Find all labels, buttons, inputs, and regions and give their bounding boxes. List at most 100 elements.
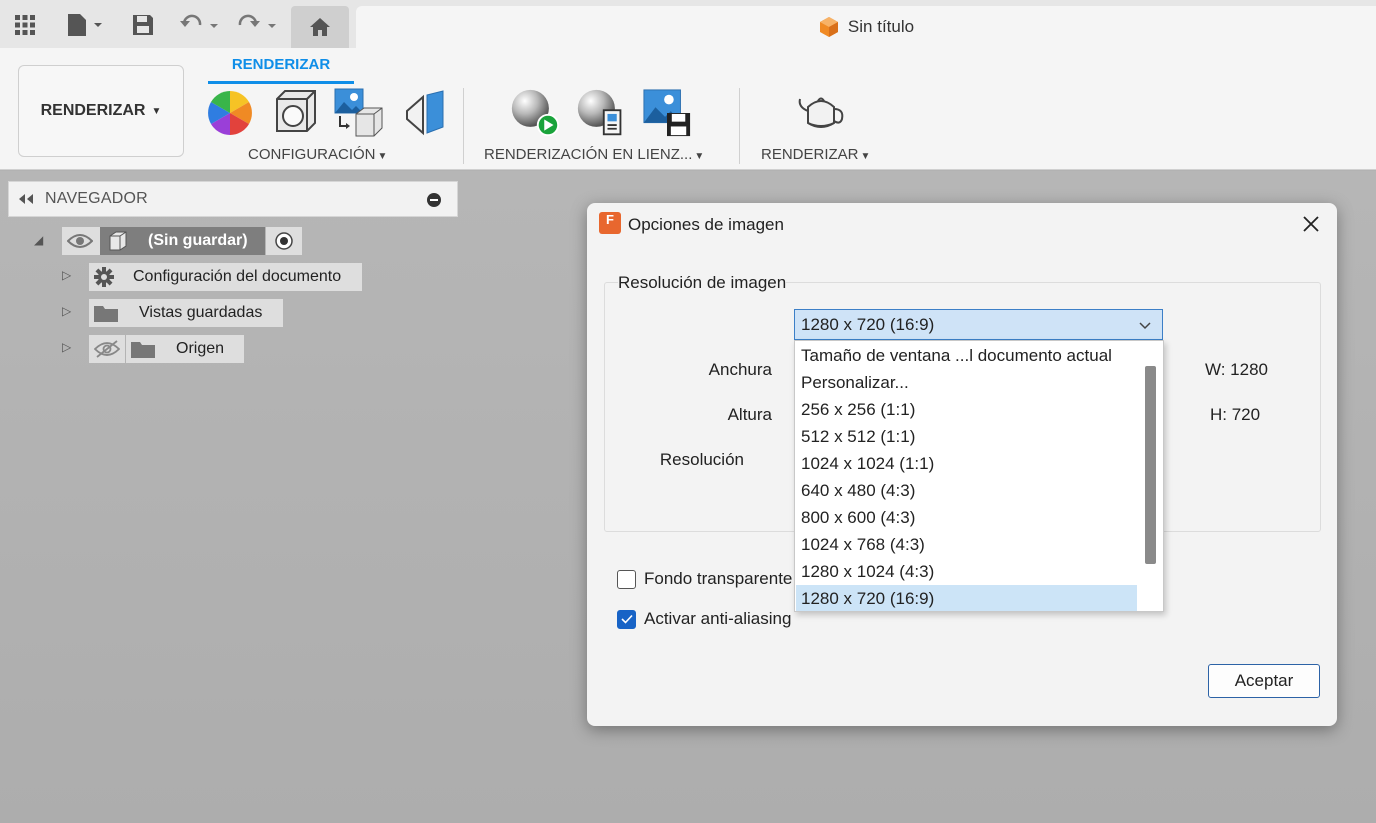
group-renderizar-dropdown[interactable]: RENDERIZAR ▼	[761, 146, 870, 163]
resolution-dropdown-list: Tamaño de ventana ...l documento actual …	[794, 340, 1164, 612]
caret-down-icon: ▼	[860, 151, 871, 162]
tree-item-label: Origen	[176, 340, 225, 357]
tree-item-label: Configuración del documento	[133, 268, 342, 285]
group-configuracion-dropdown[interactable]: CONFIGURACIÓN ▼	[248, 146, 387, 163]
undo-icon[interactable]	[178, 10, 222, 40]
appearance-tool[interactable]	[205, 88, 255, 138]
visibility-toggle[interactable]	[89, 335, 125, 363]
resolution-select[interactable]: 1280 x 720 (16:9)	[794, 309, 1163, 340]
workspace-label: RENDERIZAR	[40, 102, 146, 119]
home-icon	[310, 18, 330, 36]
width-label: Anchura	[708, 360, 772, 379]
decal-tool[interactable]	[400, 88, 450, 138]
file-menu-icon[interactable]	[62, 10, 106, 40]
gear-icon	[94, 267, 114, 287]
teapot-icon	[798, 97, 844, 128]
eye-hidden-icon	[94, 340, 120, 358]
height-value: H: 720	[1210, 405, 1261, 424]
caret-down-icon: ▼	[694, 151, 705, 162]
ribbon-separator	[739, 88, 740, 164]
dropdown-scrollbar-thumb[interactable]	[1145, 366, 1156, 564]
capture-image-icon	[643, 89, 691, 137]
render-tool[interactable]	[796, 88, 846, 138]
tree-item-origin[interactable]: Origen	[126, 335, 244, 363]
folder-icon	[94, 306, 118, 322]
transparent-background-checkbox[interactable]	[617, 569, 636, 589]
dropdown-option[interactable]: Personalizar...	[796, 369, 1137, 396]
collapsed-triangle-icon[interactable]: ▷	[62, 340, 71, 354]
dropdown-option-selected[interactable]: 1280 x 720 (16:9)	[796, 585, 1137, 611]
scene-settings-tool[interactable]	[270, 88, 320, 138]
in-canvas-render-settings-tool[interactable]	[576, 88, 626, 138]
dropdown-option[interactable]: 256 x 256 (1:1)	[796, 396, 1137, 423]
texture-map-icon	[334, 88, 383, 137]
app-icon-letter: F	[606, 212, 614, 227]
capture-image-tool[interactable]	[642, 88, 692, 138]
antialiasing-option[interactable]: Activar anti-aliasing	[617, 609, 791, 629]
redo-icon[interactable]	[236, 10, 280, 40]
dropdown-option[interactable]: Tamaño de ventana ...l documento actual	[796, 342, 1137, 369]
collapse-left-icon[interactable]	[17, 193, 37, 205]
checkmark-icon	[620, 614, 633, 624]
folder-icon	[131, 342, 155, 358]
toolbar-ribbon: RENDERIZAR ▼ RENDERIZAR CONFIGURACIÓN ▼ …	[0, 48, 1376, 170]
render-sphere-settings-icon	[577, 89, 622, 136]
resolution-label: Resolución	[659, 450, 744, 469]
render-sphere-play-icon	[511, 89, 560, 137]
tree-item-document-settings[interactable]: Configuración del documento	[89, 263, 362, 291]
eye-icon	[67, 234, 93, 248]
dropdown-option[interactable]: 512 x 512 (1:1)	[796, 423, 1137, 450]
apps-grid-icon[interactable]	[12, 10, 38, 40]
tree-item-label: Vistas guardadas	[139, 304, 263, 321]
tree-item-saved-views[interactable]: Vistas guardadas	[89, 299, 283, 327]
dropdown-option[interactable]: 1280 x 1024 (4:3)	[796, 558, 1137, 585]
root-node-label: (Sin guardar)	[148, 232, 248, 249]
group-label-render-canvas: RENDERIZACIÓN EN LIENZ...	[484, 146, 693, 163]
radio-active-icon	[275, 232, 293, 250]
minimize-circle-icon[interactable]	[427, 193, 441, 207]
in-canvas-render-tool[interactable]	[510, 88, 560, 138]
visibility-toggle[interactable]	[62, 227, 100, 255]
antialiasing-label: Activar anti-aliasing	[644, 609, 792, 628]
workspace-switcher-button[interactable]: RENDERIZAR ▼	[18, 65, 184, 157]
height-label: Altura	[727, 405, 772, 424]
ribbon-separator	[463, 88, 464, 164]
tree-root-node[interactable]: (Sin guardar)	[100, 227, 265, 255]
caret-down-icon: ▼	[377, 151, 388, 162]
activate-radio[interactable]	[266, 227, 302, 255]
resolution-select-value: 1280 x 720 (16:9)	[801, 314, 935, 334]
close-icon[interactable]	[1299, 212, 1323, 236]
dialog-title: Opciones de imagen	[628, 215, 784, 234]
document-tab[interactable]: Sin título	[356, 6, 1376, 48]
antialiasing-checkbox[interactable]	[617, 609, 636, 629]
home-tab[interactable]	[291, 6, 349, 48]
decal-plane-icon	[406, 90, 444, 136]
transparent-background-option[interactable]: Fondo transparente	[617, 569, 792, 589]
chevron-down-icon	[1139, 322, 1151, 330]
color-wheel-icon	[208, 91, 252, 135]
dropdown-option[interactable]: 1024 x 1024 (1:1)	[796, 450, 1137, 477]
group-label-configuracion: CONFIGURACIÓN	[248, 146, 376, 163]
group-label-renderizar: RENDERIZAR	[761, 146, 859, 163]
resolution-group-label: Resolución de imagen	[618, 273, 787, 293]
browser-title: NAVEGADOR	[45, 190, 148, 207]
texture-map-tool[interactable]	[334, 88, 384, 138]
caret-down-icon: ▼	[151, 105, 162, 117]
accept-button[interactable]: Aceptar	[1208, 664, 1320, 698]
tab-renderizar[interactable]: RENDERIZAR	[208, 54, 354, 84]
dropdown-option[interactable]: 640 x 480 (4:3)	[796, 477, 1137, 504]
component-icon	[109, 231, 127, 251]
save-icon[interactable]	[130, 10, 156, 40]
group-render-canvas-dropdown[interactable]: RENDERIZACIÓN EN LIENZ... ▼	[484, 146, 704, 163]
transparent-background-label: Fondo transparente	[644, 569, 793, 588]
fusion-app-icon: F	[599, 212, 621, 234]
dropdown-option[interactable]: 1024 x 768 (4:3)	[796, 531, 1137, 558]
collapsed-triangle-icon[interactable]: ▷	[62, 304, 71, 318]
width-value: W: 1280	[1205, 360, 1269, 379]
collapsed-triangle-icon[interactable]: ▷	[62, 268, 71, 282]
expanded-triangle-icon[interactable]: ◢	[34, 233, 43, 247]
scene-box-icon	[276, 90, 316, 132]
title-bar: Sin título	[0, 0, 1376, 48]
dropdown-option[interactable]: 800 x 600 (4:3)	[796, 504, 1137, 531]
component-cube-icon	[819, 17, 838, 37]
